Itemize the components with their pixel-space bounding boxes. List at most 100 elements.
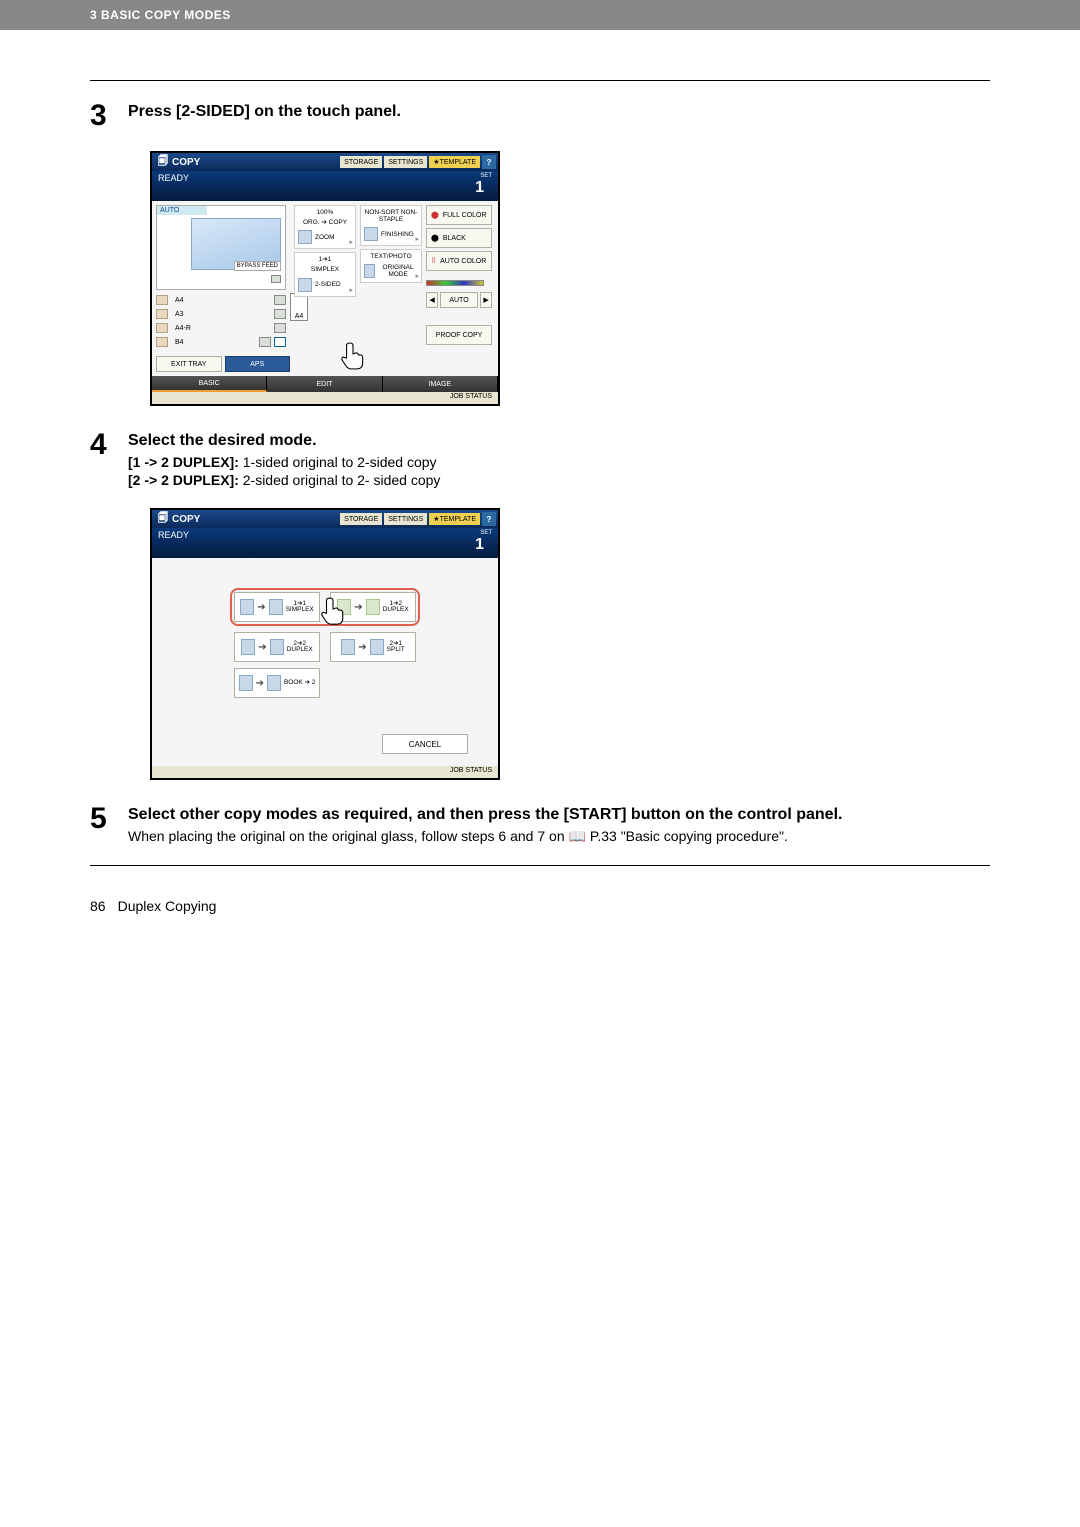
page-icon bbox=[269, 599, 283, 615]
originalmode-btn[interactable]: ORIGINAL MODE bbox=[378, 264, 418, 278]
option-2to2-duplex[interactable]: ➔ 2➔2DUPLEX bbox=[234, 632, 320, 662]
size-a3: A3 bbox=[171, 311, 271, 318]
status-bar-2: READY SET 1 bbox=[152, 528, 498, 558]
twosided-button[interactable]: 2-SIDED bbox=[315, 281, 341, 288]
option-book-to-2[interactable]: ➔ BOOK ➔ 2 bbox=[234, 668, 320, 698]
density-auto-button[interactable]: AUTO bbox=[440, 292, 478, 308]
tray-selected-icon bbox=[274, 337, 286, 347]
expand-icon: ▸ bbox=[415, 272, 419, 280]
page-icon bbox=[341, 639, 355, 655]
template-button-2[interactable]: ★ TEMPLATE bbox=[429, 513, 480, 525]
bottom-tabs: BASIC EDIT IMAGE bbox=[152, 376, 498, 392]
tray-icon bbox=[156, 295, 168, 305]
page-icon bbox=[267, 675, 281, 691]
step-5-number: 5 bbox=[90, 802, 128, 847]
bottom-rule bbox=[90, 865, 990, 866]
proof-copy-button[interactable]: PROOF COPY bbox=[426, 325, 492, 345]
auto-label: AUTO bbox=[157, 206, 207, 215]
aps-button[interactable]: APS bbox=[225, 356, 291, 372]
tray-icon bbox=[156, 337, 168, 347]
ready-label: READY bbox=[158, 173, 189, 183]
exit-tray-button[interactable]: EXIT TRAY bbox=[156, 356, 222, 372]
black-dot-icon: ⬤ bbox=[431, 234, 439, 242]
bypass-label: BYPASS FEED bbox=[234, 261, 281, 271]
tab-image[interactable]: IMAGE bbox=[383, 376, 498, 392]
black-button[interactable]: ⬤ BLACK bbox=[426, 228, 492, 248]
arrow-icon: ➔ bbox=[258, 642, 266, 653]
option-1to2-duplex[interactable]: ➔ 1➔2DUPLEX bbox=[330, 592, 416, 622]
step-5-title: Select other copy modes as required, and… bbox=[128, 806, 990, 824]
help-button[interactable]: ? bbox=[482, 155, 496, 169]
cancel-button[interactable]: CANCEL bbox=[382, 734, 468, 754]
color-swatch-icon: ⬤ bbox=[431, 211, 439, 219]
autocolor-icon: ⠿ bbox=[431, 257, 436, 265]
titlebar: 🗐 COPY STORAGE SETTINGS ★ TEMPLATE ? bbox=[152, 153, 498, 171]
status-bar: READY SET 1 bbox=[152, 171, 498, 201]
book-icon bbox=[239, 675, 253, 691]
copy-icon: 🗐 bbox=[158, 154, 168, 171]
page-icon bbox=[240, 599, 254, 615]
expand-icon: ▸ bbox=[415, 235, 419, 243]
a4-chip: A4 bbox=[290, 293, 308, 321]
count-value-2: 1 bbox=[475, 536, 492, 554]
arrow-icon: ➔ bbox=[354, 602, 362, 613]
density-right-button[interactable]: ▶ bbox=[480, 292, 492, 308]
job-status-button[interactable]: JOB STATUS bbox=[152, 392, 498, 404]
size-a4r: A4-R bbox=[171, 325, 271, 332]
full-color-button[interactable]: ⬤ FULL COLOR bbox=[426, 205, 492, 225]
title-text-2: COPY bbox=[172, 514, 200, 525]
arrow-icon: ➔ bbox=[257, 602, 265, 613]
step-4-number: 4 bbox=[90, 428, 128, 490]
size-row-b4[interactable]: B4 bbox=[156, 335, 286, 349]
tab-basic[interactable]: BASIC bbox=[152, 376, 267, 392]
storage-button-2[interactable]: STORAGE bbox=[340, 513, 382, 525]
size-row-a4r[interactable]: A4-R bbox=[156, 321, 286, 335]
auto-color-button[interactable]: ⠿ AUTO COLOR bbox=[426, 251, 492, 271]
page-number: 86 bbox=[90, 898, 106, 914]
step-4-line2: [2 -> 2 DUPLEX]: 2-sided original to 2- … bbox=[128, 472, 990, 488]
auto-preview: AUTO BYPASS FEED bbox=[156, 205, 286, 290]
step-4: 4 Select the desired mode. [1 -> 2 DUPLE… bbox=[90, 428, 990, 490]
step-5-body: When placing the original on the origina… bbox=[128, 828, 990, 845]
tray-icon bbox=[156, 309, 168, 319]
settings-button[interactable]: SETTINGS bbox=[384, 156, 427, 168]
size-a4: A4 bbox=[171, 297, 271, 304]
textphoto-label: TEXT/PHOTO bbox=[364, 253, 418, 260]
zoom-ratio: 100% bbox=[298, 209, 352, 216]
option-2to1-split[interactable]: ➔ 2➔1SPLIT bbox=[330, 632, 416, 662]
tray-icon bbox=[156, 323, 168, 333]
option-1to1-simplex[interactable]: ➔ 1➔1SIMPLEX bbox=[234, 592, 320, 622]
top-rule bbox=[90, 80, 990, 81]
tray-indicator-icon bbox=[274, 323, 286, 333]
nonsort-label: NON-SORT NON-STAPLE bbox=[364, 209, 418, 223]
page-icon bbox=[241, 639, 255, 655]
simplex-top: 1➔1 bbox=[298, 256, 352, 263]
duplex-group: 1➔1 SIMPLEX 2-SIDED ▸ bbox=[294, 252, 356, 296]
step-5: 5 Select other copy modes as required, a… bbox=[90, 802, 990, 847]
arrow-icon: ➔ bbox=[256, 678, 264, 689]
page-icon bbox=[337, 599, 351, 615]
page-label: Duplex Copying bbox=[118, 898, 217, 914]
bypass-indicator-icon bbox=[271, 275, 281, 283]
template-button[interactable]: ★ TEMPLATE bbox=[429, 156, 480, 168]
storage-button[interactable]: STORAGE bbox=[340, 156, 382, 168]
settings-button-2[interactable]: SETTINGS bbox=[384, 513, 427, 525]
help-button-2[interactable]: ? bbox=[482, 512, 496, 526]
page-icon bbox=[270, 639, 284, 655]
step-3-number: 3 bbox=[90, 99, 128, 133]
density-left-button[interactable]: ◀ bbox=[426, 292, 438, 308]
step-4-line1: [1 -> 2 DUPLEX]: 1-sided original to 2-s… bbox=[128, 454, 990, 470]
finishing-btn[interactable]: FINISHING bbox=[381, 231, 414, 238]
size-row-a3[interactable]: A3 bbox=[156, 307, 286, 321]
step-3: 3 Press [2-SIDED] on the touch panel. bbox=[90, 99, 990, 133]
tab-edit[interactable]: EDIT bbox=[267, 376, 382, 392]
title-text: COPY bbox=[172, 157, 200, 168]
size-row-a4[interactable]: A4 bbox=[156, 293, 286, 307]
book-ref-icon: 📖 bbox=[569, 828, 586, 844]
zoom-btn[interactable]: ZOOM bbox=[315, 234, 335, 241]
section-label: 3 BASIC COPY MODES bbox=[90, 8, 231, 22]
zoom-icon bbox=[298, 230, 312, 244]
job-status-button-2[interactable]: JOB STATUS bbox=[152, 766, 498, 778]
zoom-group: 100% ORG. ➔ COPY ZOOM ▸ bbox=[294, 205, 356, 249]
arrow-icon: ➔ bbox=[358, 642, 366, 653]
